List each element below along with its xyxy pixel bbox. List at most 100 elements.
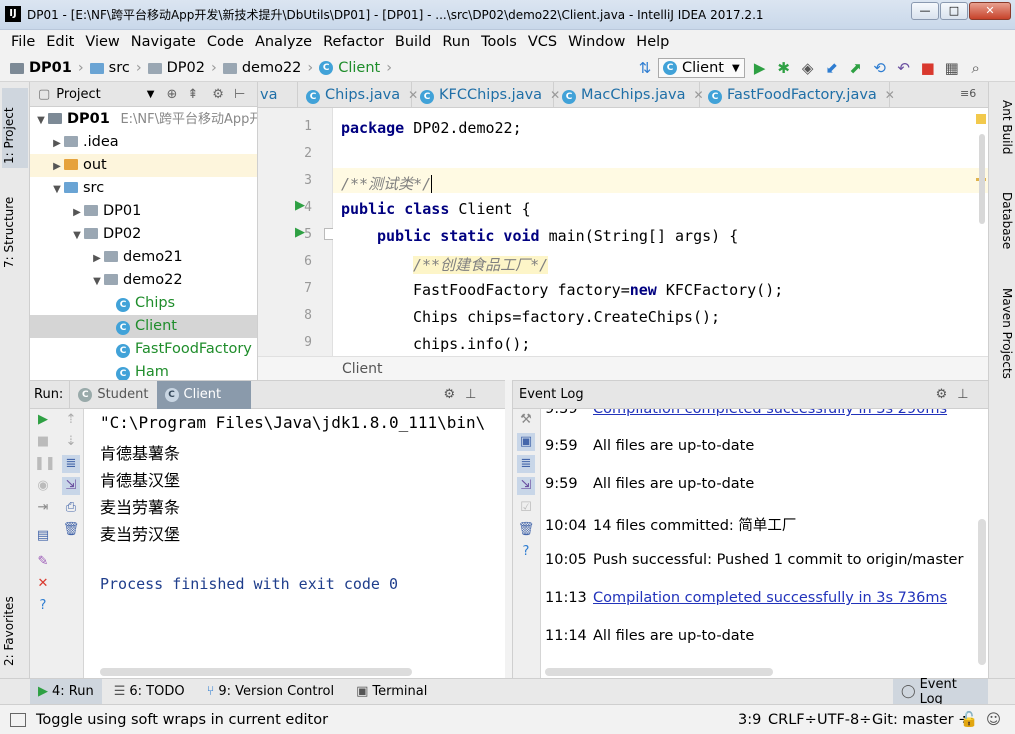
menu-file[interactable]: File bbox=[11, 34, 35, 50]
event-log-tool-tab[interactable]: ◯ Event Log bbox=[893, 677, 988, 707]
tree-item-fastfoodfactory[interactable]: C FastFoodFactory bbox=[30, 338, 257, 361]
crumb-dp02[interactable]: DP02 bbox=[167, 60, 205, 76]
tree-item-client[interactable]: C Client bbox=[30, 315, 257, 338]
stop-icon[interactable]: ■ bbox=[919, 59, 937, 77]
run-tab-client[interactable]: C Client bbox=[156, 380, 251, 409]
collapse-all-icon[interactable]: ⇞ bbox=[187, 87, 198, 102]
menu-run[interactable]: Run bbox=[442, 34, 470, 50]
caret-position[interactable]: 3:9 bbox=[738, 712, 761, 728]
tree-item-out[interactable]: ▶ out bbox=[30, 154, 257, 177]
pin-icon[interactable]: ✎ bbox=[34, 553, 52, 571]
close-tab-icon[interactable]: ✕ bbox=[885, 88, 895, 102]
scroll-up-icon[interactable]: ⇡ bbox=[62, 411, 80, 429]
lock-icon[interactable]: 🔓 bbox=[960, 711, 978, 728]
scroll-to-end-icon[interactable]: ⇲ bbox=[62, 477, 80, 495]
menu-analyze[interactable]: Analyze bbox=[255, 34, 312, 50]
event-link[interactable]: Compilation completed successfully in 3s… bbox=[593, 590, 947, 606]
run-tab-student[interactable]: C Student bbox=[69, 380, 156, 409]
minimize-button[interactable]: — bbox=[911, 2, 939, 20]
database-tool-tab[interactable]: Database bbox=[992, 192, 1014, 249]
menu-code[interactable]: Code bbox=[207, 34, 244, 50]
search-icon[interactable]: ⌕ bbox=[967, 59, 985, 77]
inspector-icon[interactable]: ☺ bbox=[986, 712, 1001, 728]
tab-macchips[interactable]: C MacChips.java ✕ bbox=[554, 82, 704, 108]
run-gutter-icon[interactable]: ▶ bbox=[295, 198, 305, 213]
dump-threads-icon[interactable]: ◉ bbox=[34, 477, 52, 495]
event-log-v-scrollbar[interactable] bbox=[978, 519, 986, 665]
settings-gear-icon[interactable]: ⚙ bbox=[212, 87, 224, 102]
menu-edit[interactable]: Edit bbox=[46, 34, 74, 50]
crumb-src[interactable]: src bbox=[109, 60, 130, 76]
clear-all-icon[interactable]: 🗑 bbox=[62, 521, 80, 539]
crumb-dp01[interactable]: DP01 bbox=[29, 60, 72, 76]
git-branch-select[interactable]: Git: master ÷ bbox=[872, 712, 970, 728]
tool-windows-icon[interactable] bbox=[10, 712, 26, 727]
event-link[interactable]: Compilation completed successfully in 3s… bbox=[593, 409, 947, 417]
tree-item-chips[interactable]: C Chips bbox=[30, 292, 257, 315]
vcs-update-icon[interactable]: ⬋ bbox=[823, 59, 841, 77]
help-icon[interactable]: ? bbox=[34, 597, 52, 615]
tree-item-demo22[interactable]: ▼ demo22 bbox=[30, 269, 257, 292]
menu-view[interactable]: View bbox=[85, 34, 119, 50]
run-tool-tab[interactable]: ▶ 4: Run bbox=[30, 679, 102, 704]
encoding-select[interactable]: UTF-8÷ bbox=[817, 712, 871, 728]
close-button[interactable]: ✕ bbox=[969, 2, 1011, 20]
scroll-from-source-icon[interactable]: ⊕ bbox=[166, 87, 177, 102]
menu-vcs[interactable]: VCS bbox=[528, 34, 557, 50]
rerun-icon[interactable]: ▶ bbox=[34, 411, 52, 429]
scroll-down-icon[interactable]: ⇣ bbox=[62, 433, 80, 451]
tab-overflow-button[interactable]: ≡6 bbox=[960, 87, 976, 100]
menu-navigate[interactable]: Navigate bbox=[131, 34, 196, 50]
settings-gear-icon[interactable]: ⚙ bbox=[444, 387, 456, 402]
mark-read-icon[interactable]: ☑ bbox=[517, 499, 535, 517]
hide-panel-icon[interactable]: ⊥ bbox=[957, 387, 968, 402]
run-config-select[interactable]: C Client ▼ bbox=[658, 58, 745, 78]
console-h-scrollbar[interactable] bbox=[100, 668, 412, 676]
code-editor[interactable]: package DP02.demo22; /**测试类*/ public cla… bbox=[333, 108, 988, 356]
version-control-tool-tab[interactable]: ⑂ 9: Version Control bbox=[207, 684, 335, 699]
tab-fastfoodfactory[interactable]: C FastFoodFactory.java ✕ bbox=[700, 82, 895, 108]
exit-icon[interactable]: ⇥ bbox=[34, 499, 52, 517]
tree-item-ham[interactable]: C Ham bbox=[30, 361, 257, 380]
favorites-tool-tab[interactable]: 2: Favorites bbox=[2, 580, 28, 670]
revert-icon[interactable]: ↶ bbox=[895, 59, 913, 77]
project-view-label[interactable]: Project bbox=[56, 87, 100, 102]
editor-scrollbar[interactable] bbox=[979, 134, 985, 224]
hide-panel-icon[interactable]: ⊥ bbox=[465, 387, 476, 402]
coverage-icon[interactable]: ◈ bbox=[799, 59, 817, 77]
tree-item-src[interactable]: ▼ src bbox=[30, 177, 257, 200]
run-console[interactable]: "C:\Program Files\Java\jdk1.8.0_111\bin\… bbox=[84, 409, 505, 678]
settings-gear-icon[interactable]: ⚙ bbox=[936, 387, 948, 402]
tree-root[interactable]: ▼DP01 E:\NF\跨平台移动App开发 bbox=[30, 108, 257, 131]
structure-tool-tab[interactable]: 7: Structure bbox=[2, 182, 28, 272]
run-icon[interactable]: ▶ bbox=[751, 59, 769, 77]
tree-item-demo21[interactable]: ▶ demo21 bbox=[30, 246, 257, 269]
layout-icon[interactable]: ▤ bbox=[34, 527, 52, 545]
hide-panel-icon[interactable]: ⊢ bbox=[234, 87, 245, 102]
crumb-demo22[interactable]: demo22 bbox=[242, 60, 302, 76]
vcs-history-icon[interactable]: ⟲ bbox=[871, 59, 889, 77]
crumb-client[interactable]: Client bbox=[338, 60, 380, 76]
event-log-h-scrollbar[interactable] bbox=[545, 668, 773, 676]
help-icon[interactable]: ? bbox=[517, 543, 535, 561]
tab-chips[interactable]: C Chips.java ✕ bbox=[298, 82, 418, 108]
soft-wrap-icon[interactable]: ≣ bbox=[517, 455, 535, 473]
clear-all-icon[interactable]: 🗑 bbox=[517, 521, 535, 539]
pause-icon[interactable]: ❚❚ bbox=[34, 455, 56, 473]
make-project-icon[interactable]: ⇅ bbox=[636, 59, 654, 77]
chevron-down-icon[interactable]: ▼ bbox=[147, 89, 155, 100]
stop-icon[interactable]: ■ bbox=[34, 433, 52, 451]
tree-item-dp01[interactable]: ▶ DP01 bbox=[30, 200, 257, 223]
menu-tools[interactable]: Tools bbox=[481, 34, 517, 50]
message-icon[interactable]: ▣ bbox=[517, 433, 535, 451]
analysis-status-icon[interactable] bbox=[976, 114, 986, 124]
project-structure-icon[interactable]: ▦ bbox=[943, 59, 961, 77]
maven-tool-tab[interactable]: Maven Projects bbox=[992, 288, 1014, 379]
line-separator-select[interactable]: CRLF÷ bbox=[768, 712, 817, 728]
vcs-commit-icon[interactable]: ⬈ bbox=[847, 59, 865, 77]
ant-build-tool-tab[interactable]: Ant Build bbox=[992, 100, 1014, 154]
tree-item-idea[interactable]: ▶ .idea bbox=[30, 131, 257, 154]
editor-breadcrumb-client[interactable]: Client bbox=[342, 361, 383, 377]
tab-partial[interactable]: va bbox=[258, 82, 298, 108]
tree-item-dp02[interactable]: ▼ DP02 bbox=[30, 223, 257, 246]
